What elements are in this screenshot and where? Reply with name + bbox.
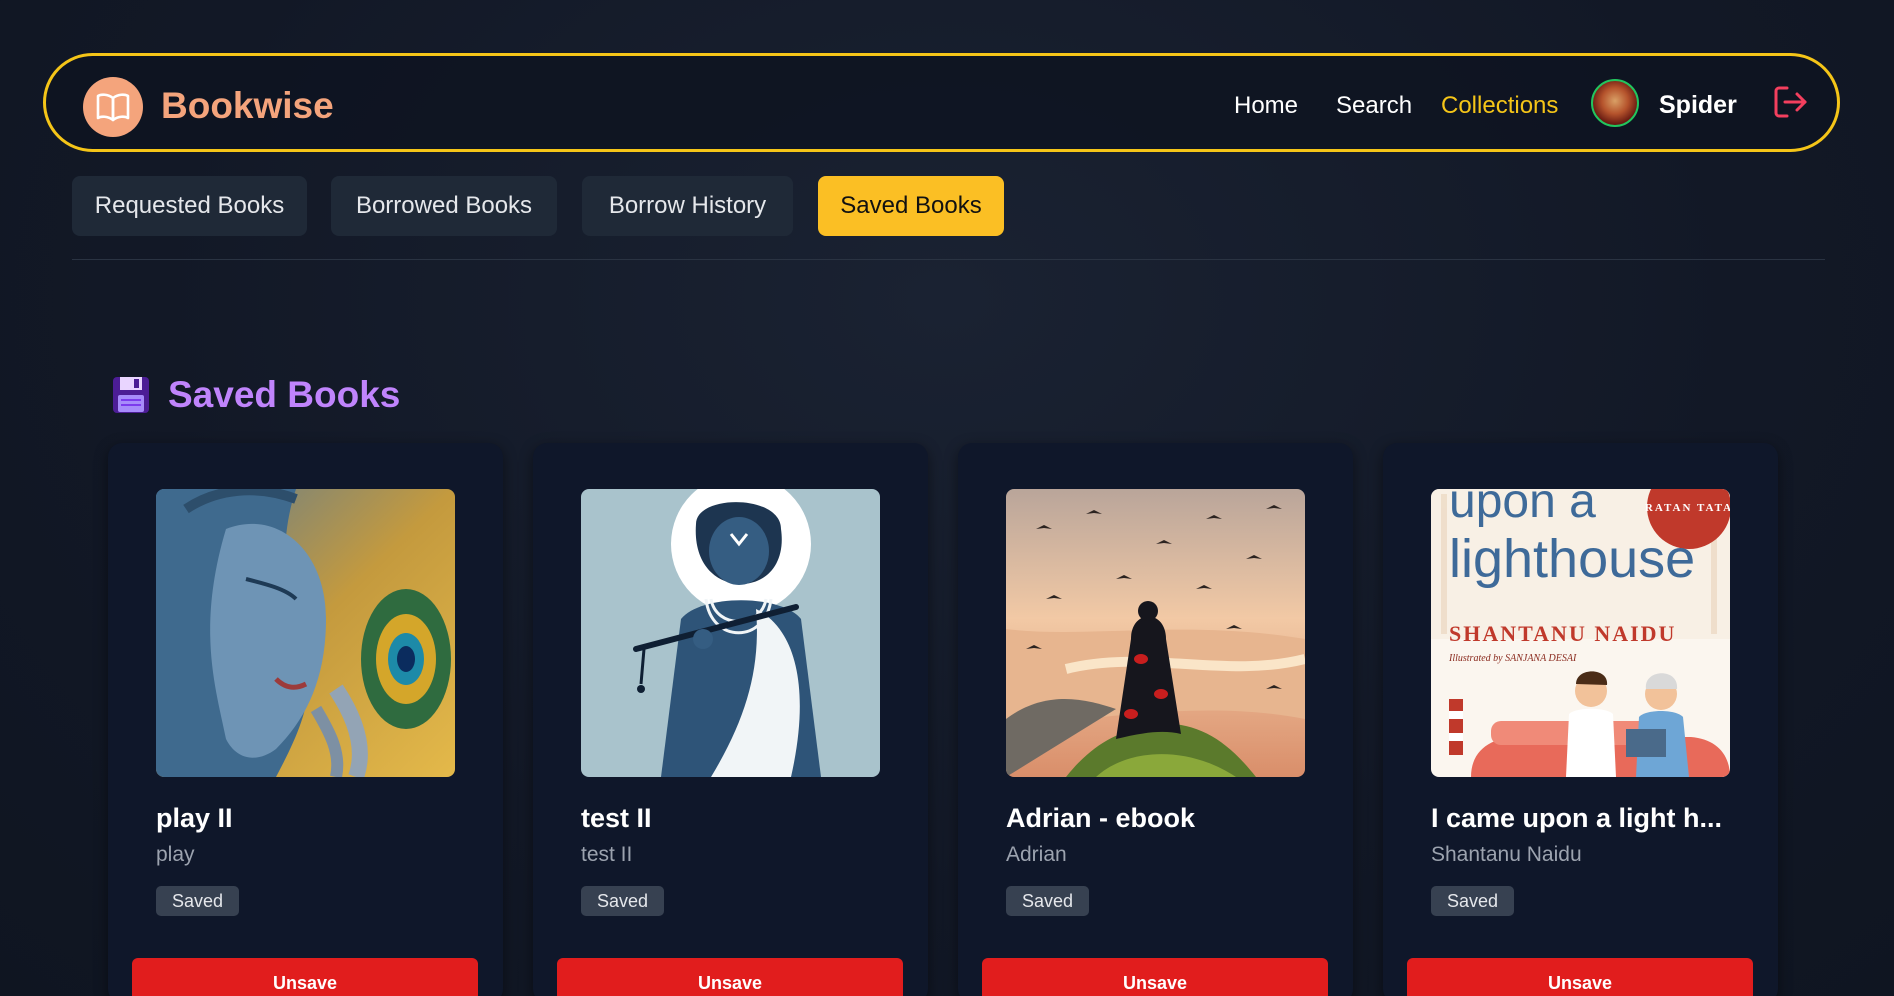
book-cover[interactable] [581, 489, 880, 777]
book-card[interactable]: Adrian - ebook Adrian Saved Unsave [958, 443, 1353, 996]
brand-name[interactable]: Bookwise [161, 82, 334, 130]
unsave-button[interactable]: Unsave [982, 958, 1328, 996]
saved-badge: Saved [581, 886, 665, 916]
logout-icon[interactable] [1771, 82, 1811, 122]
saved-badge: Saved [1431, 886, 1515, 916]
book-cover[interactable]: RATAN TATA upon a lighthouse SHANTANU NA… [1431, 489, 1730, 777]
book-cover[interactable] [156, 489, 455, 777]
book-title[interactable]: play II [156, 801, 466, 835]
book-author: Shantanu Naidu [1431, 843, 1582, 866]
book-author: test II [581, 843, 633, 866]
section-heading: Saved Books [112, 371, 400, 419]
book-title[interactable]: Adrian - ebook [1006, 801, 1316, 835]
blue-face-painting-image [156, 489, 455, 777]
book-author: Adrian [1006, 843, 1067, 866]
nav-collections[interactable]: Collections [1441, 90, 1558, 122]
cover-title-line1: upon a [1449, 489, 1596, 528]
cover-title-line2: lighthouse [1449, 529, 1695, 589]
user-avatar[interactable] [1591, 79, 1639, 127]
cover-illustrator: Illustrated by SANJANA DESAI [1448, 653, 1577, 664]
tab-borrow-history[interactable]: Borrow History [582, 176, 793, 236]
open-book-icon [96, 93, 130, 122]
nav-search[interactable]: Search [1336, 90, 1412, 122]
navbar: Bookwise Home Search Collections Spider [43, 53, 1840, 152]
tab-saved-books[interactable]: Saved Books [818, 176, 1004, 236]
tab-borrowed-books[interactable]: Borrowed Books [331, 176, 557, 236]
username[interactable]: Spider [1659, 89, 1737, 121]
page: Bookwise Home Search Collections Spider … [0, 0, 1894, 996]
saved-badge: Saved [1006, 886, 1090, 916]
cover-author: SHANTANU NAIDU [1449, 621, 1676, 646]
cliff-sunset-image [1006, 489, 1305, 777]
unsave-button[interactable]: Unsave [1407, 958, 1753, 996]
cover-seal-text: RATAN TATA [1645, 502, 1730, 514]
book-card[interactable]: test II test II Saved Unsave [533, 443, 928, 996]
tab-requested-books[interactable]: Requested Books [72, 176, 307, 236]
unsave-button[interactable]: Unsave [132, 958, 478, 996]
book-author: play [156, 843, 195, 866]
divider [72, 259, 1825, 260]
flute-figure-image [581, 489, 880, 777]
logo[interactable] [83, 77, 143, 137]
book-cover[interactable] [1006, 489, 1305, 777]
book-title[interactable]: test II [581, 801, 891, 835]
section-title: Saved Books [168, 374, 401, 415]
lighthouse-cover-image: RATAN TATA upon a lighthouse SHANTANU NA… [1431, 489, 1730, 777]
nav-home[interactable]: Home [1234, 90, 1298, 122]
floppy-disk-icon [113, 377, 149, 413]
book-title[interactable]: I came upon a light h... [1431, 801, 1741, 835]
unsave-button[interactable]: Unsave [557, 958, 903, 996]
saved-badge: Saved [156, 886, 240, 916]
book-card[interactable]: RATAN TATA upon a lighthouse SHANTANU NA… [1383, 443, 1778, 996]
book-card[interactable]: play II play Saved Unsave [108, 443, 503, 996]
